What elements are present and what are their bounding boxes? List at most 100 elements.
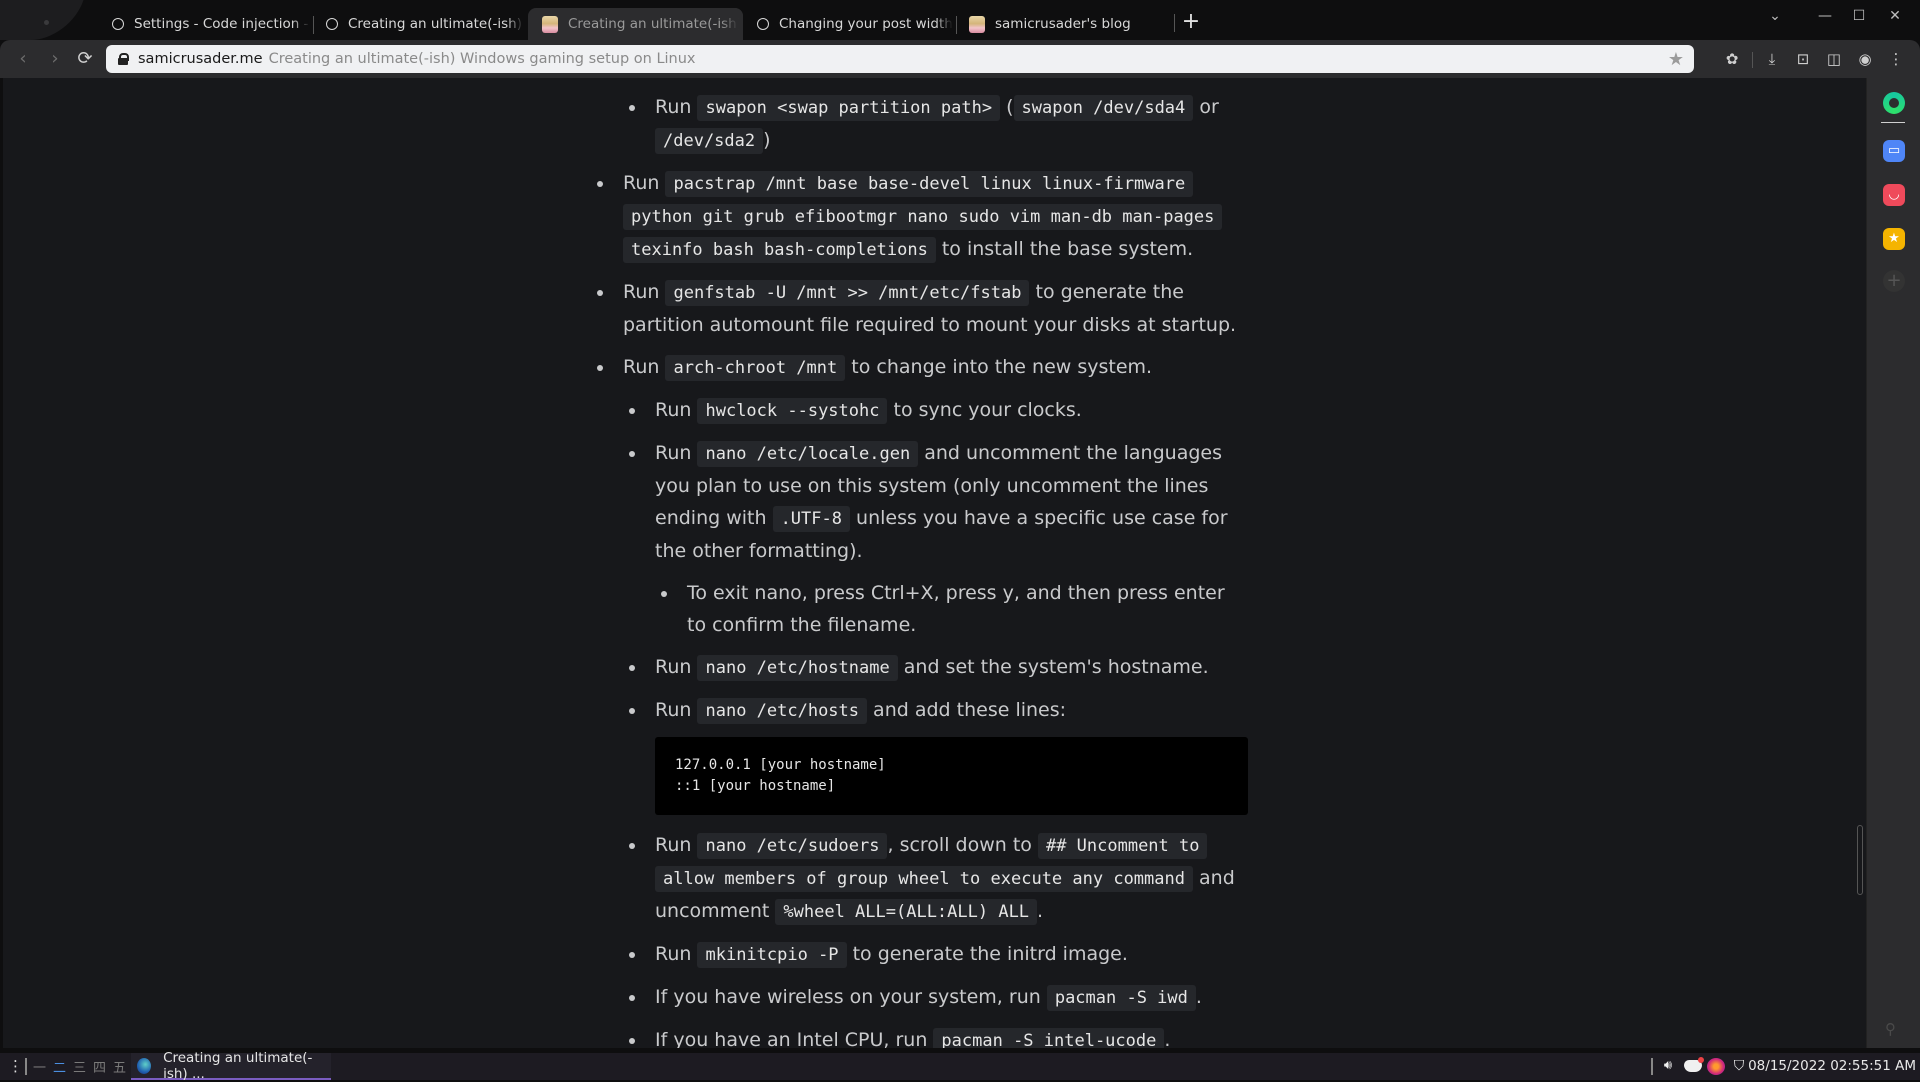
list-item: Run hwclock --systohc to sync your clock…	[588, 394, 1248, 427]
list-item: Run nano /etc/hostname and set the syste…	[588, 651, 1248, 684]
list-item: Run swapon <swap partition path> (swapon…	[588, 91, 1248, 157]
text-run: Run	[623, 172, 666, 194]
maximize-button[interactable]: ☐	[1846, 8, 1872, 24]
text-run: )	[763, 129, 771, 151]
tab-separator	[1174, 14, 1175, 32]
lock-icon[interactable]	[118, 53, 129, 65]
vivaldi-ring-icon[interactable]	[1883, 92, 1905, 114]
tab-samicrusader-blog[interactable]: samicrusader's blog	[957, 8, 1171, 40]
bullet-icon	[629, 952, 635, 958]
page-scrollbar-thumb[interactable]	[1857, 825, 1863, 895]
inline-code: nano /etc/locale.gen	[697, 441, 919, 467]
bullet-icon	[629, 995, 635, 1001]
tab-title: Creating an ultimate(-ish) Windows gamin…	[568, 16, 743, 32]
tab-list-chevron-icon[interactable]: ⌄	[1762, 8, 1788, 24]
bookmark-star-icon[interactable]: ★	[1668, 49, 1684, 70]
toolbar-separator	[1752, 52, 1753, 68]
minimize-button[interactable]: —	[1812, 8, 1838, 24]
avatar-favicon	[969, 15, 985, 33]
desktop-1[interactable]: 一	[33, 1057, 46, 1076]
star-icon[interactable]: ★	[1883, 228, 1905, 250]
bullet-icon	[597, 181, 603, 187]
add-panel-button[interactable]: +	[1883, 270, 1905, 292]
forward-button[interactable]: ›	[44, 48, 66, 70]
text-run: (	[1000, 96, 1014, 118]
list-item: Run arch-chroot /mnt to change into the …	[588, 351, 1248, 384]
list-item: Run genfstab -U /mnt >> /mnt/etc/fstab t…	[588, 276, 1248, 341]
vivaldi-menu-button[interactable]	[0, 0, 96, 40]
text-run: to sync your clocks.	[887, 399, 1082, 421]
side-panel: ▭ ◡ ★ + ⚲	[1866, 78, 1920, 1048]
inline-code: nano /etc/hosts	[697, 698, 868, 724]
address-toolbar: ‹ › ⟳ samicrusader.me Creating an ultima…	[0, 40, 1920, 78]
flame-tray-icon[interactable]	[1707, 1058, 1725, 1075]
text-run: to change into the new system.	[845, 356, 1153, 378]
address-field[interactable]: samicrusader.me Creating an ultimate(-is…	[106, 45, 1694, 73]
pocket-icon-glyph: ◡	[1888, 187, 1900, 202]
profile-icon[interactable]: ◉	[1855, 49, 1875, 69]
tile-split-icon[interactable]: ◫	[1824, 49, 1844, 69]
inline-code: genfstab -U /mnt >> /mnt/etc/fstab	[665, 280, 1030, 306]
new-tab-button[interactable]: +	[1181, 11, 1201, 33]
desktop-2[interactable]: 二	[53, 1057, 66, 1076]
taskbar-window-vivaldi[interactable]: Creating an ultimate(-ish) ...	[131, 1049, 331, 1082]
text-run: Run	[623, 281, 666, 303]
task-title: Creating an ultimate(-ish) ...	[163, 1049, 313, 1082]
inline-code: nano /etc/hostname	[697, 655, 898, 681]
extensions-puzzle-icon[interactable]: ✿	[1722, 49, 1742, 69]
text-run: , scroll down to	[887, 834, 1038, 856]
list-item: /mnt/boot/efi)	[588, 78, 1248, 81]
star-icon-glyph: ★	[1888, 231, 1900, 246]
reload-button[interactable]: ⟳	[74, 48, 96, 70]
close-button[interactable]: ✕	[1882, 8, 1908, 24]
clock: 08/15/2022 02:55:51 AM	[1748, 1058, 1916, 1074]
tab-creating-ultimate-1[interactable]: Creating an ultimate(-ish) Windows gamin…	[314, 8, 528, 40]
tab-settings-code-injection[interactable]: Settings - Code injection - samicrusader…	[100, 8, 314, 40]
bullet-icon	[629, 451, 635, 457]
vivaldi-app-icon	[137, 1057, 152, 1074]
list-item: Run nano /etc/sudoers, scroll down to ##…	[588, 829, 1248, 928]
menu-dots-icon[interactable]: ⋮	[8, 1057, 23, 1075]
tab-creating-ultimate-active[interactable]: Creating an ultimate(-ish) Windows gamin…	[528, 8, 743, 40]
text-run: Run	[655, 656, 698, 678]
globe-outline-icon	[757, 18, 769, 30]
inline-code: /dev/sda2	[655, 128, 764, 154]
avatar-favicon	[542, 15, 558, 33]
tab-changing-post-width[interactable]: Changing your post width in Ghost	[743, 8, 957, 40]
bullet-icon	[661, 591, 667, 597]
bullet-icon	[629, 105, 635, 111]
bullet-icon	[629, 1038, 635, 1044]
text-run: to generate the initrd image.	[846, 943, 1128, 965]
text-run: or	[1193, 96, 1219, 118]
inline-code: nano /etc/sudoers	[697, 833, 888, 859]
desktop-5[interactable]: 五	[113, 1057, 126, 1076]
bullet-icon	[629, 408, 635, 414]
shield-tray-icon[interactable]: ⛉	[1731, 1058, 1747, 1075]
bullet-icon	[597, 365, 603, 371]
pin-icon[interactable]: ⚲	[1885, 1020, 1896, 1038]
discord-tray-icon[interactable]	[1683, 1057, 1704, 1075]
list-item: Run nano /etc/hosts and add these lines:	[588, 694, 1248, 727]
list-item: Run mkinitcpio -P to generate the initrd…	[588, 938, 1248, 971]
list-item: Run nano /etc/locale.gen and uncomment t…	[588, 437, 1248, 567]
list-item: To exit nano, press Ctrl+X, press y, and…	[588, 577, 1248, 641]
capture-icon[interactable]: ⊡	[1793, 49, 1813, 69]
more-menu-icon[interactable]: ⋮	[1886, 49, 1906, 69]
volume-icon[interactable]: 🔊︎	[1660, 1058, 1676, 1075]
download-icon[interactable]: ⤓	[1762, 49, 1782, 69]
inline-code: %wheel ALL=(ALL:ALL) ALL	[775, 899, 1038, 925]
tab-title: Changing your post width in Ghost	[779, 16, 957, 32]
briefcase-icon-glyph: ▭	[1887, 143, 1901, 158]
vivaldi-logo-dot	[44, 20, 49, 25]
back-button[interactable]: ‹	[12, 48, 34, 70]
url-domain: samicrusader.me	[138, 51, 263, 67]
text-run: .	[1164, 1029, 1171, 1048]
url-page-title: Creating an ultimate(-ish) Windows gamin…	[268, 51, 696, 67]
panel-divider	[1881, 122, 1905, 123]
briefcase-icon[interactable]: ▭	[1883, 140, 1905, 162]
pocket-icon[interactable]: ◡	[1883, 184, 1905, 206]
text-run: Run	[655, 399, 698, 421]
code-block: 127.0.0.1 [your hostname] ::1 [your host…	[655, 737, 1248, 815]
desktop-3[interactable]: 三	[73, 1057, 86, 1076]
desktop-4[interactable]: 四	[93, 1057, 106, 1076]
